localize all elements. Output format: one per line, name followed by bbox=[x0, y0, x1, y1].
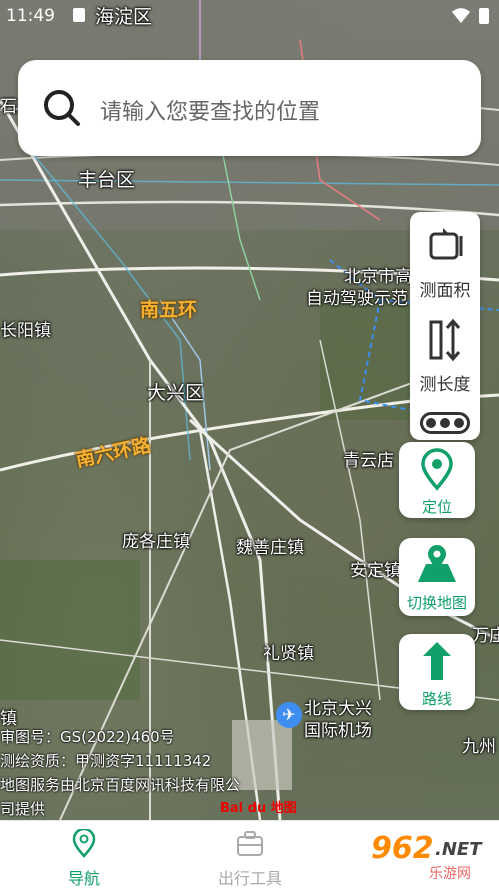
map-label-lixian: 礼贤镇 bbox=[263, 644, 314, 664]
measure-length-icon bbox=[429, 318, 461, 362]
dot-icon bbox=[454, 418, 464, 428]
map-label-jiuzhou: 九州 bbox=[462, 737, 496, 757]
watermark-number: 962 bbox=[371, 831, 434, 866]
route-arrow-icon bbox=[423, 642, 451, 680]
locate-label: 定位 bbox=[421, 498, 452, 516]
dot-icon bbox=[440, 418, 450, 428]
map-label-wanzhuang: 万庄 bbox=[472, 626, 499, 646]
watermark-sub: 乐游网 bbox=[429, 866, 471, 882]
more-tools-button[interactable] bbox=[420, 412, 470, 434]
map-label-daxing: 大兴区 bbox=[147, 382, 205, 404]
measure-area-label: 测面积 bbox=[419, 281, 471, 301]
tab-navigation-label: 导航 bbox=[67, 869, 100, 888]
tab-travel-tools[interactable]: 出行工具 bbox=[200, 829, 300, 889]
measure-area-button[interactable]: 测面积 bbox=[410, 224, 480, 301]
map-label-fengtai: 丰台区 bbox=[78, 169, 136, 191]
route-button[interactable]: 路线 bbox=[399, 634, 475, 710]
wifi-icon bbox=[452, 8, 470, 23]
copyright-line-4: 司提供 bbox=[0, 800, 46, 818]
dot-icon bbox=[426, 418, 436, 428]
route-label: 路线 bbox=[421, 690, 452, 708]
measure-length-button[interactable]: 测长度 bbox=[410, 318, 480, 395]
watermark-net: .NET bbox=[435, 839, 482, 860]
battery-icon bbox=[479, 8, 489, 24]
navigation-pin-icon bbox=[72, 827, 96, 858]
search-icon bbox=[44, 90, 80, 126]
status-bar: 11:49 bbox=[0, 0, 499, 34]
status-time: 11:49 bbox=[6, 6, 55, 26]
locate-button[interactable]: 定位 bbox=[399, 442, 475, 518]
map-label-panggezhuang: 庞各庄镇 bbox=[122, 532, 190, 552]
tab-navigation[interactable]: 导航 bbox=[34, 827, 134, 889]
toolbox-icon bbox=[237, 831, 263, 856]
switch-map-button[interactable]: 切换地图 bbox=[399, 538, 475, 616]
map-label-changyang: 长阳镇 bbox=[0, 321, 51, 341]
map-label-autodrive: 自动驾驶示范 bbox=[306, 289, 408, 309]
switch-map-label: 切换地图 bbox=[406, 594, 467, 612]
copyright-line-1: 审图号：GS(2022)460号 bbox=[0, 728, 175, 746]
search-placeholder: 请输入您要查找的位置 bbox=[100, 100, 321, 125]
measure-tools-panel: 测面积 测长度 bbox=[410, 212, 480, 440]
map-label-weishanzhuang: 魏善庄镇 bbox=[236, 538, 304, 558]
measure-length-label: 测长度 bbox=[419, 375, 471, 395]
map-label-south-5th-ring: 南五环 bbox=[140, 299, 198, 321]
map-layers-icon bbox=[418, 545, 456, 582]
tab-travel-tools-label: 出行工具 bbox=[217, 869, 282, 888]
map-label-qingyundian: 青云店 bbox=[343, 451, 394, 471]
map-label-anding: 安定镇 bbox=[350, 561, 401, 581]
baidu-logo: Bai du 地图 bbox=[220, 801, 297, 816]
airplane-icon: ✈ bbox=[276, 702, 302, 728]
measure-area-icon bbox=[429, 228, 463, 260]
site-watermark: 962 .NET 乐游网 bbox=[365, 831, 495, 883]
location-pin-icon bbox=[421, 448, 453, 491]
airport-label-line2: 国际机场 bbox=[304, 721, 372, 741]
copyright-line-3: 地图服务由北京百度网讯科技有限公 bbox=[0, 776, 241, 794]
copyright-line-2: 测绘资质：甲测资字11111342 bbox=[0, 752, 212, 770]
search-bar[interactable]: 请输入您要查找的位置 bbox=[18, 60, 481, 156]
sim-icon bbox=[73, 8, 85, 22]
